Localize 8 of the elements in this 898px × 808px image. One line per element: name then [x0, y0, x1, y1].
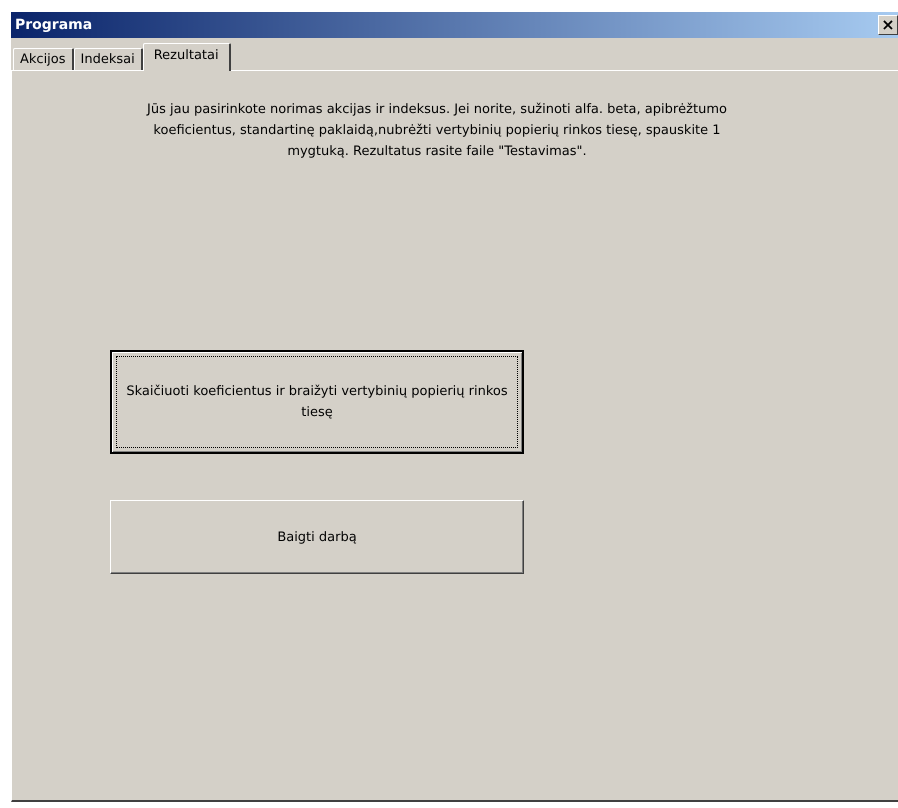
- close-button[interactable]: ×: [878, 15, 898, 35]
- tab[interactable]: Indeksai: [74, 48, 143, 70]
- finish-button[interactable]: Baigti darbą: [110, 500, 524, 574]
- calculate-button[interactable]: Skaičiuoti koeficientus ir braižyti vertybinių popierių rinkos tiesę: [110, 350, 524, 454]
- instruction-text: Jūs jau pasirinkote norimas akcijas ir indeksus. Jei norite, sužinoti alfa. beta, apibrėžtumo koeficientus, standartinę paklaidą,nubrėžti vertybinių popierių rinkos tiesę, spauskite 1 mygtuką. Rezultatus rasite faile "Testavimas".: [145, 101, 728, 161]
- window-title: Programa: [15, 17, 92, 33]
- tab[interactable]: Rezultatai: [142, 43, 231, 71]
- tab[interactable]: Akcijos: [13, 48, 74, 70]
